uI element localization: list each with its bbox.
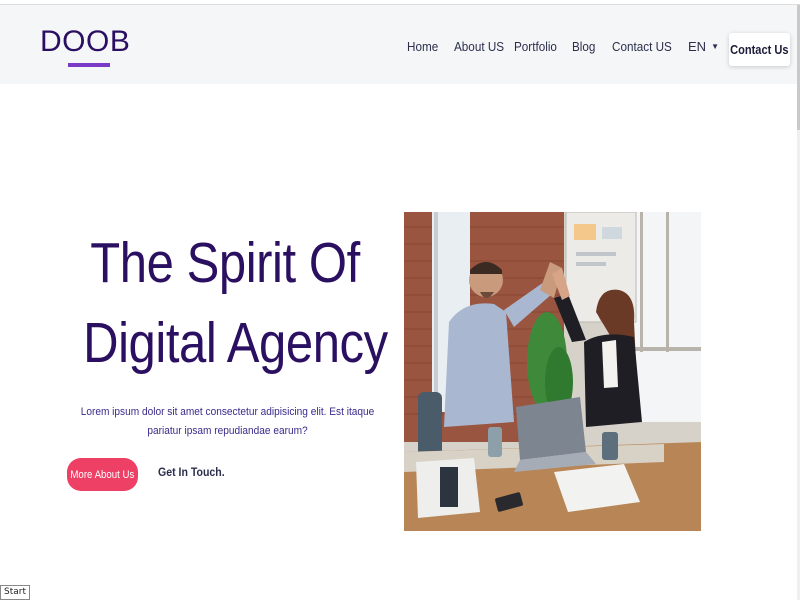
- more-about-us-label: More About Us: [70, 468, 135, 481]
- contact-us-button-label: Contact Us: [730, 42, 789, 57]
- more-about-us-button[interactable]: More About Us: [67, 458, 138, 491]
- get-in-touch-link[interactable]: Get In Touch.: [158, 465, 225, 479]
- logo[interactable]: DOOB: [40, 25, 130, 59]
- office-high-five-image: [404, 212, 701, 531]
- hero-title: The Spirit Of Digital Agency .: [60, 223, 415, 383]
- hero-description-text: Lorem ipsum dolor sit amet consectetur a…: [80, 406, 375, 437]
- hero-description: Lorem ipsum dolor sit amet consectetur a…: [60, 403, 395, 441]
- hero-photo: [404, 212, 701, 531]
- nav-about-us[interactable]: About US: [454, 39, 504, 54]
- hero-title-line-1: The Spirit Of: [90, 231, 360, 295]
- hero-title-line-2: Digital Agency .: [83, 311, 415, 375]
- language-label: EN: [688, 39, 707, 54]
- nav-home[interactable]: Home: [407, 39, 438, 54]
- nav-blog[interactable]: Blog: [572, 39, 595, 54]
- nav-portfolio[interactable]: Portfolio: [514, 39, 557, 54]
- contact-us-button[interactable]: Contact Us: [729, 33, 790, 66]
- language-selector[interactable]: EN ▼: [688, 39, 719, 54]
- caret-down-icon: ▼: [711, 42, 719, 52]
- logo-underline: [68, 63, 110, 67]
- start-label[interactable]: Start: [0, 585, 30, 600]
- site-header: DOOB Home About US Portfolio Blog Contac…: [0, 5, 797, 84]
- nav-contact-us[interactable]: Contact US: [612, 39, 672, 54]
